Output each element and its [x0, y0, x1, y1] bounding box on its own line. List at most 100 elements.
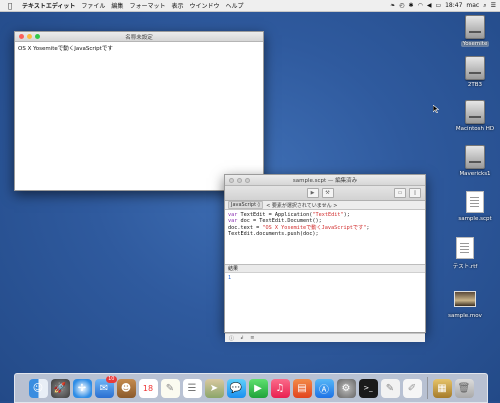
hammer-icon: ⚒	[325, 190, 330, 196]
notification-center-icon[interactable]: ☰	[491, 2, 496, 9]
mail-icon[interactable]: ✉ 10	[94, 375, 117, 398]
compile-button[interactable]: ⚒	[321, 188, 334, 198]
rtf-document-icon	[454, 236, 476, 260]
script-editor-icon[interactable]: ✎	[380, 378, 400, 398]
reply-icon[interactable]: ↲	[240, 335, 244, 341]
desktop-icon-label: sample.mov	[448, 313, 482, 319]
desktop-icon-label: 2TB3	[467, 82, 483, 88]
hard-drive-icon	[464, 145, 486, 169]
document-text-area[interactable]: OS X Yosemiteで動くJavaScriptです	[15, 42, 263, 54]
clock[interactable]: 18:47	[445, 2, 462, 9]
hard-drive-icon	[464, 15, 486, 39]
trash-icon[interactable]: 🗑	[454, 378, 474, 398]
close-button[interactable]	[19, 34, 24, 39]
minimize-button[interactable]	[237, 177, 242, 183]
itunes-icon[interactable]: ♫	[270, 378, 290, 398]
user-name[interactable]: mac	[466, 2, 479, 9]
list-icon[interactable]: ≡	[250, 335, 254, 341]
desktop-icon-label: sample.scpt	[458, 216, 492, 222]
hard-drive-icon	[464, 100, 486, 124]
dock-separator	[426, 377, 428, 399]
info-icon[interactable]: ⓘ	[229, 335, 234, 342]
desktop-icon-label: Macintosh HD	[455, 126, 495, 132]
script-document-icon	[464, 190, 486, 214]
menu-file[interactable]: ファイル	[81, 1, 105, 10]
desktop-icon-test-rtf[interactable]: テスト.rtf	[438, 236, 492, 270]
code-editor[interactable]: var TextEdit = Application("TextEdit"); …	[225, 210, 425, 264]
menu-help[interactable]: ヘルプ	[225, 1, 243, 10]
result-value[interactable]: 1	[225, 273, 425, 333]
mouse-cursor-icon	[433, 105, 439, 113]
menu-bar:  テキストエディット ファイル 編集 フォーマット 表示 ウインドウ ヘルプ …	[0, 0, 500, 12]
bluetooth-icon[interactable]: ✱	[409, 2, 414, 9]
sidebar-icon: ▯	[413, 190, 417, 196]
wifi-icon[interactable]: ◠	[418, 2, 423, 9]
desktop-icon-label: Mavericks1	[459, 171, 491, 177]
textedit-icon[interactable]: ✐	[402, 378, 422, 398]
notes-icon[interactable]: ✎	[160, 378, 180, 398]
window-title: 名称未設定	[125, 34, 153, 41]
menu-view[interactable]: 表示	[171, 1, 183, 10]
code-line-3: doc.text = "OS X Yosemiteで動くJavaScriptです…	[228, 224, 370, 231]
calendar-day: 18	[142, 383, 154, 393]
close-button[interactable]	[229, 177, 234, 183]
safari-icon[interactable]: ✢	[72, 378, 92, 398]
desktop-icon-mavericks1[interactable]: Mavericks1	[448, 145, 500, 177]
launchpad-icon[interactable]: 🚀	[50, 378, 70, 398]
textedit-titlebar[interactable]: 名称未設定	[15, 32, 263, 42]
desktop-icon-label: Yosemite	[460, 41, 490, 47]
downloads-stack-icon[interactable]: ▦	[432, 378, 452, 398]
menu-window[interactable]: ウインドウ	[189, 1, 219, 10]
apple-logo-icon[interactable]: 	[6, 2, 14, 10]
script-editor-titlebar[interactable]: sample.scpt — 編集済み	[225, 175, 425, 186]
menu-app-name[interactable]: テキストエディット	[22, 1, 75, 10]
movie-file-icon	[454, 287, 476, 311]
script-menu-icon[interactable]: ❧	[390, 2, 395, 9]
reminders-icon[interactable]: ☰	[182, 378, 202, 398]
maps-icon[interactable]: ➤	[204, 378, 224, 398]
hard-drive-icon	[464, 56, 486, 80]
mail-badge: 10	[106, 375, 117, 383]
finder-icon[interactable]: ☺	[28, 378, 48, 398]
zoom-button[interactable]	[245, 177, 250, 183]
facetime-icon[interactable]: ▶	[248, 378, 268, 398]
language-selector[interactable]: JavaScript ◊	[228, 201, 264, 209]
battery-icon[interactable]: ▭	[435, 2, 441, 9]
play-icon: ▶	[310, 190, 315, 196]
spotlight-icon[interactable]: ⌕	[483, 2, 486, 10]
desktop-icon-macintosh-hd[interactable]: Macintosh HD	[448, 100, 500, 132]
zoom-button[interactable]	[35, 34, 40, 39]
navigation-bar: JavaScript ◊ < 要素が選択されていません >	[225, 201, 425, 210]
code-line-4: TextEdit.documents.push(doc);	[228, 230, 319, 237]
code-line-2: var doc = TextEdit.Document();	[228, 218, 322, 225]
show-sidebar-button[interactable]: ▯	[409, 188, 421, 198]
script-toolbar: ▶ ⚒ ▭ ▯	[225, 186, 425, 201]
desktop-icon-sample-mov[interactable]: sample.mov	[438, 287, 492, 319]
desktop-icon-2tb3[interactable]: 2TB3	[448, 56, 500, 88]
time-machine-icon[interactable]: ◴	[399, 2, 404, 9]
log-bar: ⓘ ↲ ≡	[225, 333, 425, 342]
system-preferences-icon[interactable]: ⚙	[336, 378, 356, 398]
contacts-icon[interactable]: ☻	[116, 378, 136, 398]
textedit-window: 名称未設定 OS X Yosemiteで動くJavaScriptです	[14, 31, 264, 191]
menu-format[interactable]: フォーマット	[129, 1, 165, 10]
desktop-icon-yosemite[interactable]: Yosemite	[448, 15, 500, 47]
element-selector[interactable]: < 要素が選択されていません >	[266, 202, 337, 209]
window-title: sample.scpt — 編集済み	[292, 178, 358, 184]
dock: ☺ 🚀 ✢ ✉ 10 ☻ 18 ✎ ☰ ➤ 💬 ▶ ♫ ▤ Ⓐ ⚙ >_ ✎ ✐ …	[14, 373, 488, 403]
script-editor-window: sample.scpt — 編集済み ▶ ⚒ ▭ ▯ JavaScript ◊ …	[224, 174, 426, 342]
desktop-icon-sample-scpt[interactable]: sample.scpt	[448, 190, 500, 222]
terminal-icon[interactable]: >_	[358, 378, 378, 398]
ibooks-icon[interactable]: ▤	[292, 378, 312, 398]
minimize-button[interactable]	[27, 34, 32, 39]
volume-icon[interactable]: ◀	[427, 2, 432, 9]
show-result-button[interactable]: ▭	[394, 188, 406, 198]
app-store-icon[interactable]: Ⓐ	[314, 378, 334, 398]
calendar-icon[interactable]: 18	[138, 378, 158, 398]
menu-edit[interactable]: 編集	[111, 1, 123, 10]
messages-icon[interactable]: 💬	[226, 378, 246, 398]
code-line-1: var TextEdit = Application("TextEdit");	[228, 212, 350, 218]
run-button[interactable]: ▶	[306, 188, 319, 198]
pane-icon: ▭	[397, 190, 403, 196]
desktop-icon-label: テスト.rtf	[452, 264, 478, 270]
